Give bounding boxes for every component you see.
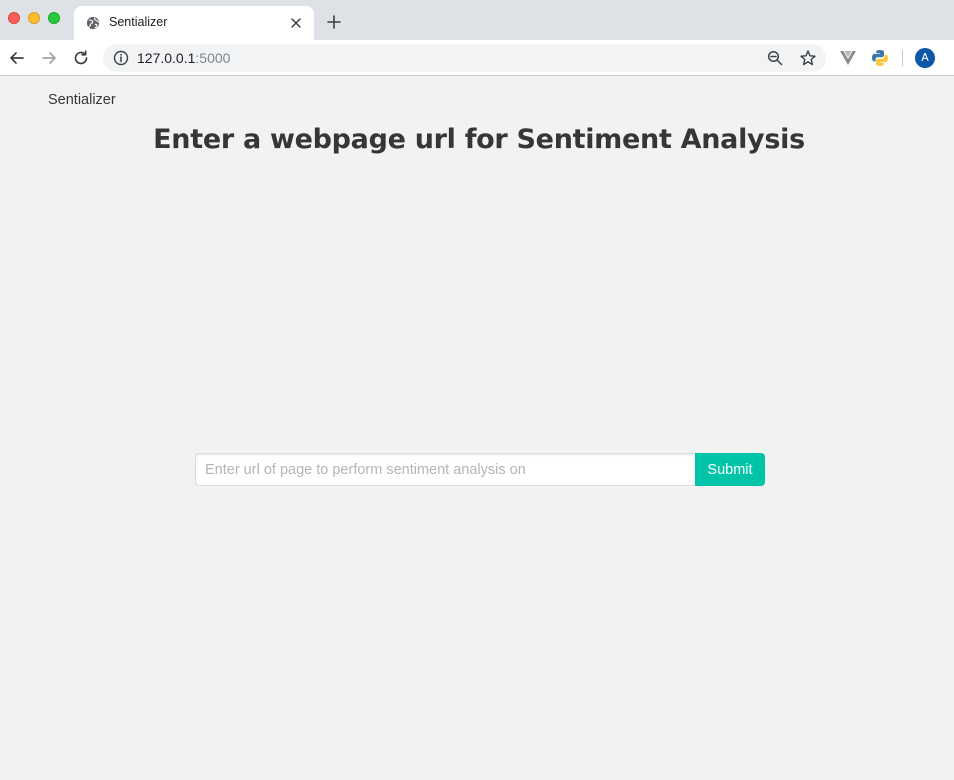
- url-port: :5000: [195, 50, 231, 66]
- globe-icon: [86, 16, 100, 30]
- browser-tabstrip: Sentializer: [0, 0, 954, 40]
- python-icon[interactable]: [871, 49, 889, 67]
- url-input[interactable]: [195, 453, 695, 486]
- vue-devtools-icon[interactable]: [839, 49, 857, 67]
- window-minimize-button[interactable]: [28, 12, 40, 24]
- back-arrow-icon[interactable]: [8, 49, 26, 67]
- zoom-out-icon[interactable]: [767, 50, 783, 66]
- close-icon[interactable]: [289, 16, 303, 30]
- window-close-button[interactable]: [8, 12, 20, 24]
- tab-title: Sentializer: [109, 15, 168, 29]
- toolbar-divider: [902, 50, 903, 66]
- brand-name[interactable]: Sentializer: [48, 92, 116, 108]
- submit-button[interactable]: Submit: [695, 453, 765, 486]
- url-text[interactable]: 127.0.0.1:5000: [137, 50, 230, 66]
- url-form: Submit: [195, 453, 765, 486]
- forward-arrow-icon[interactable]: [40, 49, 58, 67]
- browser-toolbar: 127.0.0.1:5000 A: [0, 40, 954, 76]
- browser-tab[interactable]: Sentializer: [74, 6, 314, 40]
- page-title: Enter a webpage url for Sentiment Analys…: [153, 124, 805, 155]
- address-bar[interactable]: 127.0.0.1:5000: [103, 44, 826, 72]
- url-host: 127.0.0.1: [137, 50, 196, 66]
- reload-icon[interactable]: [72, 49, 90, 67]
- bookmark-star-icon[interactable]: [799, 49, 817, 67]
- window-maximize-button[interactable]: [48, 12, 60, 24]
- profile-avatar[interactable]: A: [915, 48, 935, 68]
- plus-icon[interactable]: [326, 14, 342, 30]
- info-icon[interactable]: [113, 50, 129, 66]
